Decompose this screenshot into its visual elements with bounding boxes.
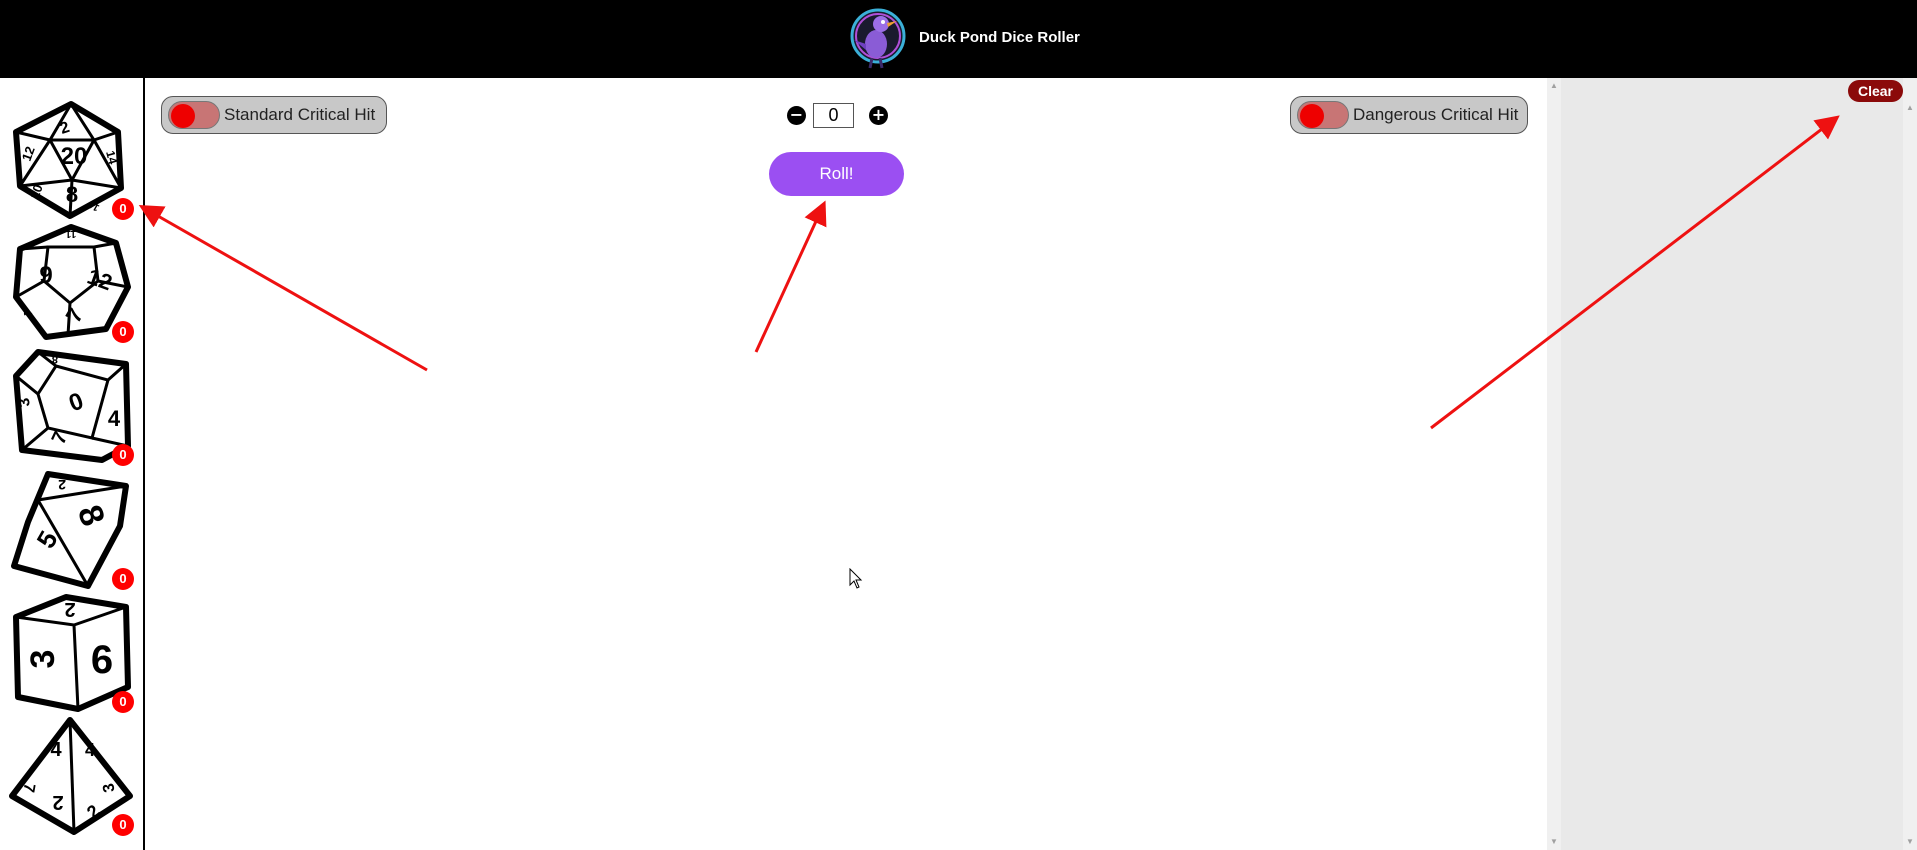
dice-sidebar: 2 20 12 14 10 8 16 0 11 9 12 7 3 0 8 0 3… [0, 78, 145, 850]
d12-count-badge: 0 [112, 321, 134, 343]
d4-count-badge: 0 [112, 814, 134, 836]
scroll-down-arrow-icon[interactable]: ▼ [1903, 836, 1917, 848]
d20-face-main: 20 [61, 143, 88, 170]
increment-button[interactable]: + [869, 106, 888, 125]
die-d4[interactable]: 4 4 2 3 7 2 0 [8, 716, 134, 836]
standard-critical-label: Standard Critical Hit [224, 105, 376, 124]
arrow-to-dice-counts [138, 205, 428, 372]
d4-face-3: 2 [52, 791, 63, 813]
log-left-scrollbar[interactable]: ▲ ▼ [1547, 78, 1561, 850]
decrement-button[interactable]: − [787, 106, 806, 125]
mouse-cursor-icon [849, 568, 863, 589]
die-d6[interactable]: 2 3 6 0 [8, 593, 134, 713]
standard-critical-toggle[interactable]: Standard Critical Hit [161, 96, 387, 134]
die-d20[interactable]: 2 20 12 14 10 8 16 0 [8, 100, 134, 220]
roll-log-panel [1547, 78, 1917, 850]
d6-count-badge: 0 [112, 691, 134, 713]
scroll-up-arrow-icon[interactable]: ▲ [1903, 102, 1917, 114]
log-right-scrollbar[interactable]: ▲ ▼ [1903, 78, 1917, 850]
roll-button[interactable]: Roll! [769, 152, 904, 196]
d4-face-2: 4 [85, 740, 95, 760]
d6-face-top: 2 [64, 598, 75, 620]
d10-face-right: 4 [108, 406, 121, 431]
modifier-input[interactable] [813, 103, 854, 128]
d12-face-left: 9 [39, 262, 52, 289]
scroll-up-arrow-icon[interactable]: ▲ [1547, 80, 1561, 92]
d20-count-badge: 0 [112, 198, 134, 220]
die-d12[interactable]: 11 9 12 7 3 0 [8, 223, 134, 343]
d6-face-right: 6 [91, 638, 113, 682]
dangerous-critical-switch[interactable] [1297, 101, 1349, 129]
d8-face-top: 2 [58, 477, 66, 493]
app-title: Duck Pond Dice Roller [919, 29, 1080, 46]
d12-face-top: 11 [65, 228, 76, 239]
standard-critical-knob [171, 104, 195, 128]
d6-face-left: 3 [24, 650, 62, 669]
duck-logo-icon [850, 8, 906, 69]
d20-face-bottom: 8 [66, 182, 78, 207]
app: Duck Pond Dice Roller 2 20 12 14 10 8 16… [0, 0, 1917, 850]
die-d8[interactable]: 2 8 5 0 [8, 470, 134, 590]
d10-count-badge: 0 [112, 444, 134, 466]
d10-face-top: 8 [52, 353, 58, 365]
standard-critical-switch[interactable] [168, 101, 220, 129]
clear-button[interactable]: Clear [1848, 80, 1903, 102]
dangerous-critical-toggle[interactable]: Dangerous Critical Hit [1290, 96, 1528, 134]
arrow-to-roll-button [754, 200, 827, 353]
d4-face-1: 4 [50, 739, 62, 761]
dangerous-critical-label: Dangerous Critical Hit [1353, 105, 1519, 124]
die-d10[interactable]: 8 0 3 4 7 0 [8, 346, 134, 466]
header-bar: Duck Pond Dice Roller [0, 0, 1917, 78]
scroll-down-arrow-icon[interactable]: ▼ [1547, 836, 1561, 848]
dangerous-critical-knob [1300, 104, 1324, 128]
d8-count-badge: 0 [112, 568, 134, 590]
